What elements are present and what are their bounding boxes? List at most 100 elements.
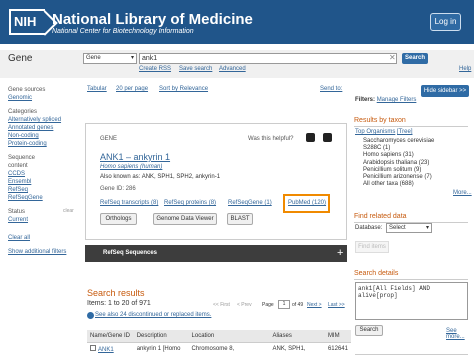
clear-all-link[interactable]: Clear all [8,234,78,242]
filter-ccds[interactable]: CCDS [8,170,78,178]
page-label: Page [262,302,274,308]
left-filters: Gene sources Genomic Categories Alternat… [8,86,78,256]
search-input[interactable]: ank1 [139,53,397,64]
related-db-select[interactable]: Select [386,223,432,233]
organism-list: Saccharomyces cerevisiae S288C (1) Homo … [363,138,453,188]
refseq-sequences-header[interactable]: RefSeq Sequences [85,245,347,262]
format-dropdown[interactable]: Tabular [87,86,107,92]
filter-noncoding[interactable]: Non-coding [8,132,78,140]
prev-page[interactable]: < Prev [237,302,252,308]
organism-item[interactable]: Penicillium arizonense (7) [363,174,453,181]
col-header[interactable]: Name/Gene ID [87,330,134,343]
page-total: of 49 [292,302,304,308]
gene-title-link[interactable]: ANK1 – ankyrin 1 [100,152,170,162]
gene-id: Gene ID: 286 [100,186,136,192]
filter-current[interactable]: Current [8,216,78,224]
help-link[interactable]: Help [459,66,471,72]
table-header-row: Name/Gene ID Description Location Aliase… [87,330,351,343]
create-rss-link[interactable]: Create RSS [139,66,171,72]
aliases-cell: ANK, SPH1, [272,345,306,352]
filter-genomic[interactable]: Genomic [8,94,78,102]
gene-label: GENE [100,136,118,142]
organism-item[interactable]: Arabidopsis thaliana (23) [363,160,453,167]
tree-tab[interactable]: [Tree] [397,129,412,135]
gene-link[interactable]: ANK1 [98,347,114,353]
see-more-link[interactable]: See more... [446,328,474,340]
refseq-transcripts-link[interactable]: RefSeq transcripts (8) [100,200,158,206]
organism-item[interactable]: Penicillium solitum (9) [363,167,453,174]
col-header[interactable]: Location [188,330,270,343]
filter-protein-coding[interactable]: Protein-coding [8,140,78,148]
sort-dropdown[interactable]: Sort by Relevance [159,86,208,92]
next-page[interactable]: Next > [307,302,322,308]
gene-name-cell[interactable]: ANK1 [87,342,134,355]
col-header[interactable]: Aliases [269,330,325,343]
filter-refseq[interactable]: RefSeq [8,186,78,194]
row-checkbox[interactable] [90,344,96,351]
taxon-more-link[interactable]: More... [453,190,472,196]
filter-refseqgene[interactable]: RefSeqGene [8,194,78,202]
gene-aliases: Also known as: ANK, SPH1, SPH2, ankyrin-… [100,174,221,180]
thumbs-down-icon[interactable] [323,133,332,142]
results-table: Name/Gene ID Description Location Aliase… [87,330,351,355]
discontinued-link[interactable]: See also 24 discontinued or replaced ite… [95,312,211,318]
col-header[interactable]: MIM [324,330,351,343]
search-button[interactable]: Search [402,53,428,64]
last-page[interactable]: Last >> [328,302,345,308]
location-cell: Chromosome 8, [191,345,235,352]
genome-viewer-button[interactable]: Genome Data Viewer [153,213,217,225]
top-org-tabs: Top Organisms [Tree] [355,129,412,135]
results-count: Items: 1 to 20 of 971 [87,300,151,307]
save-search-link[interactable]: Save search [179,66,212,72]
nih-logo[interactable]: NIH [9,9,45,35]
details-search-button[interactable]: Search [355,325,383,336]
site-title[interactable]: National Library of Medicine [52,11,253,28]
organism-item[interactable]: Saccharomyces cerevisiae S288C (1) [363,138,453,152]
table-row: ANK1 ankyrin 1 [Homo Chromosome 8, ANK, … [87,342,351,355]
first-page[interactable]: << First [213,302,230,308]
info-icon [87,312,94,319]
pubmed-highlight [283,194,330,213]
helpful-text: Was this helpful? [248,136,294,142]
orthologs-button[interactable]: Orthologs [100,213,137,225]
filter-group-title: Categories [8,109,38,115]
results-title: Search results [87,288,145,298]
manage-filters-link[interactable]: Manage Filters [377,97,417,103]
database-select[interactable]: Gene [83,53,137,64]
send-to-dropdown[interactable]: Send to: [320,86,342,92]
search-details-textarea[interactable]: ank1[All Fields] AND alive[prop] [355,282,468,320]
top-organisms-tab[interactable]: Top Organisms [355,129,395,135]
database-name: Gene [8,53,33,64]
refseq-proteins-link[interactable]: RefSeq proteins (8) [164,200,216,206]
database-label: Database: [355,225,383,231]
col-header[interactable]: Description [133,330,189,343]
hide-sidebar-button[interactable]: Hide sidebar >> [421,85,469,97]
thumbs-up-icon[interactable] [306,133,315,142]
clear-search-icon[interactable]: ✕ [389,53,396,62]
expand-plus-icon[interactable]: + [337,247,343,259]
blast-button[interactable]: BLAST [227,213,253,225]
find-related-title: Find related data [354,213,468,223]
description-cell: ankyrin 1 [Homo [136,345,181,352]
login-button[interactable]: Log in [430,13,461,31]
organism-item[interactable]: All other taxa (688) [363,181,453,188]
filter-ensembl[interactable]: Ensembl [8,178,78,186]
show-filters-link[interactable]: Show additional filters [8,248,78,256]
status-clear-link[interactable]: clear [63,208,74,214]
mim-cell: 612641 [327,345,348,352]
filters-label: Filters: [355,97,376,103]
gene-organism-link[interactable]: Homo sapiens (human) [100,164,162,170]
search-details-title: Search details [354,270,468,280]
organism-item[interactable]: Homo sapiens (31) [363,152,453,159]
filter-alt-spliced[interactable]: Alternatively spliced [8,116,78,124]
taxon-title: Results by taxon [354,117,468,127]
filter-annotated[interactable]: Annotated genes [8,124,78,132]
recent-activity-divider [355,346,468,355]
site-subtitle: National Center for Biotechnology Inform… [52,28,194,35]
refseqgene-link[interactable]: RefSeqGene (1) [228,200,272,206]
find-items-button[interactable]: Find items [355,241,389,253]
per-page-dropdown[interactable]: 20 per page [116,86,148,92]
page-input[interactable]: 1 [278,300,290,309]
filters-line: Filters: Manage Filters [355,97,416,103]
advanced-link[interactable]: Advanced [219,66,246,72]
